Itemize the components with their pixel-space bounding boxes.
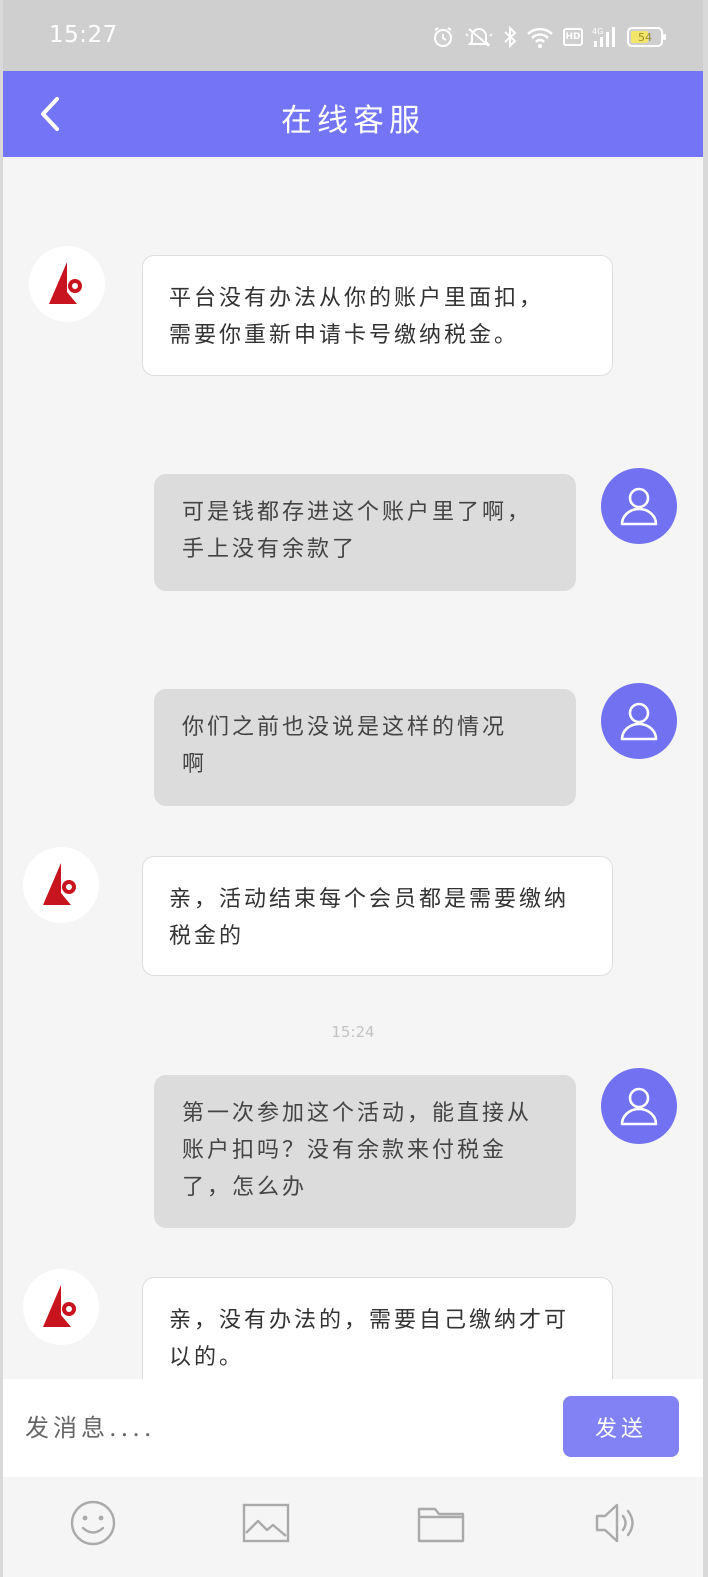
send-button[interactable]: 发送	[563, 1396, 679, 1457]
message-line: 需要你重新申请卡号缴纳税金。	[169, 323, 520, 348]
message-bubble: 可是钱都存进这个账户里了啊， 手上没有余款了	[154, 474, 576, 591]
brand-logo-icon	[43, 863, 76, 905]
chat-messages[interactable]: 平台没有办法从你的账户里面扣， 需要你重新申请卡号缴纳税金。 可是钱都存进这个账…	[3, 157, 703, 1379]
message-bubble: 你们之前也没说是这样的情况 啊	[154, 689, 576, 806]
user-icon	[620, 487, 658, 526]
speaker-icon	[595, 1503, 634, 1543]
user-avatar	[601, 683, 677, 759]
agent-avatar	[23, 847, 99, 923]
bluetooth-icon	[503, 24, 517, 50]
folder-button[interactable]	[413, 1495, 469, 1551]
battery-level: 54	[638, 30, 652, 44]
status-icons: HD 4G 54	[431, 22, 666, 52]
hd-icon: HD	[563, 24, 583, 50]
user-avatar	[601, 1068, 677, 1144]
message-bubble: 亲，没有办法的，需要自己缴纳才可 以的。	[142, 1277, 613, 1379]
agent-avatar	[23, 1269, 99, 1345]
wifi-icon	[526, 24, 554, 50]
message-line: 以的。	[169, 1345, 245, 1370]
alarm-icon	[431, 24, 455, 50]
message-line: 啊	[182, 752, 208, 777]
user-icon	[620, 1087, 658, 1126]
message-line: 可是钱都存进这个账户里了啊，	[182, 500, 533, 525]
page-title: 在线客服	[281, 103, 425, 139]
message-bubble: 第一次参加这个活动，能直接从 账户扣吗？没有余款来付税金 了，怎么办	[154, 1075, 576, 1228]
voice-button[interactable]	[587, 1495, 643, 1551]
user-avatar	[601, 468, 677, 544]
bottom-toolbar	[3, 1477, 703, 1577]
status-time: 15:27	[49, 22, 118, 48]
message-line: 手上没有余款了	[182, 537, 358, 562]
user-icon	[620, 702, 658, 741]
app-screen: 15:27 HD 4G 54 在线客服 平台没有办法从你的账户里面扣， 需要你重…	[3, 0, 703, 1577]
message-line: 你们之前也没说是这样的情况	[182, 715, 508, 740]
message-line: 了，怎么办	[182, 1175, 308, 1200]
message-line: 亲，没有办法的，需要自己缴纳才可	[169, 1308, 570, 1333]
mute-icon	[464, 24, 494, 50]
status-bar: 15:27 HD 4G 54	[3, 0, 703, 71]
message-bubble: 平台没有办法从你的账户里面扣， 需要你重新申请卡号缴纳税金。	[142, 255, 613, 376]
message-input[interactable]	[25, 1403, 545, 1453]
message-line: 账户扣吗？没有余款来付税金	[182, 1138, 508, 1163]
network-label: 4G	[592, 27, 603, 36]
message-line: 亲，活动结束每个会员都是需要缴纳	[169, 887, 570, 912]
message-line: 平台没有办法从你的账户里面扣，	[169, 286, 545, 311]
agent-avatar	[29, 246, 105, 322]
message-line: 第一次参加这个活动，能直接从	[182, 1101, 533, 1126]
brand-logo-icon	[49, 262, 82, 304]
brand-logo-icon	[43, 1285, 76, 1327]
battery-icon: 54	[627, 24, 666, 50]
folder-icon	[417, 1507, 465, 1543]
emoji-button[interactable]	[65, 1495, 121, 1551]
signal-icon: 4G	[592, 24, 618, 50]
image-icon	[242, 1503, 290, 1543]
app-header: 在线客服	[3, 71, 703, 157]
message-timestamp: 15:24	[331, 1023, 375, 1041]
message-line: 税金的	[169, 924, 245, 949]
message-bubble: 亲，活动结束每个会员都是需要缴纳 税金的	[142, 856, 613, 976]
message-composer: 发送	[3, 1379, 703, 1477]
image-button[interactable]	[238, 1495, 294, 1551]
emoji-icon	[70, 1500, 116, 1546]
